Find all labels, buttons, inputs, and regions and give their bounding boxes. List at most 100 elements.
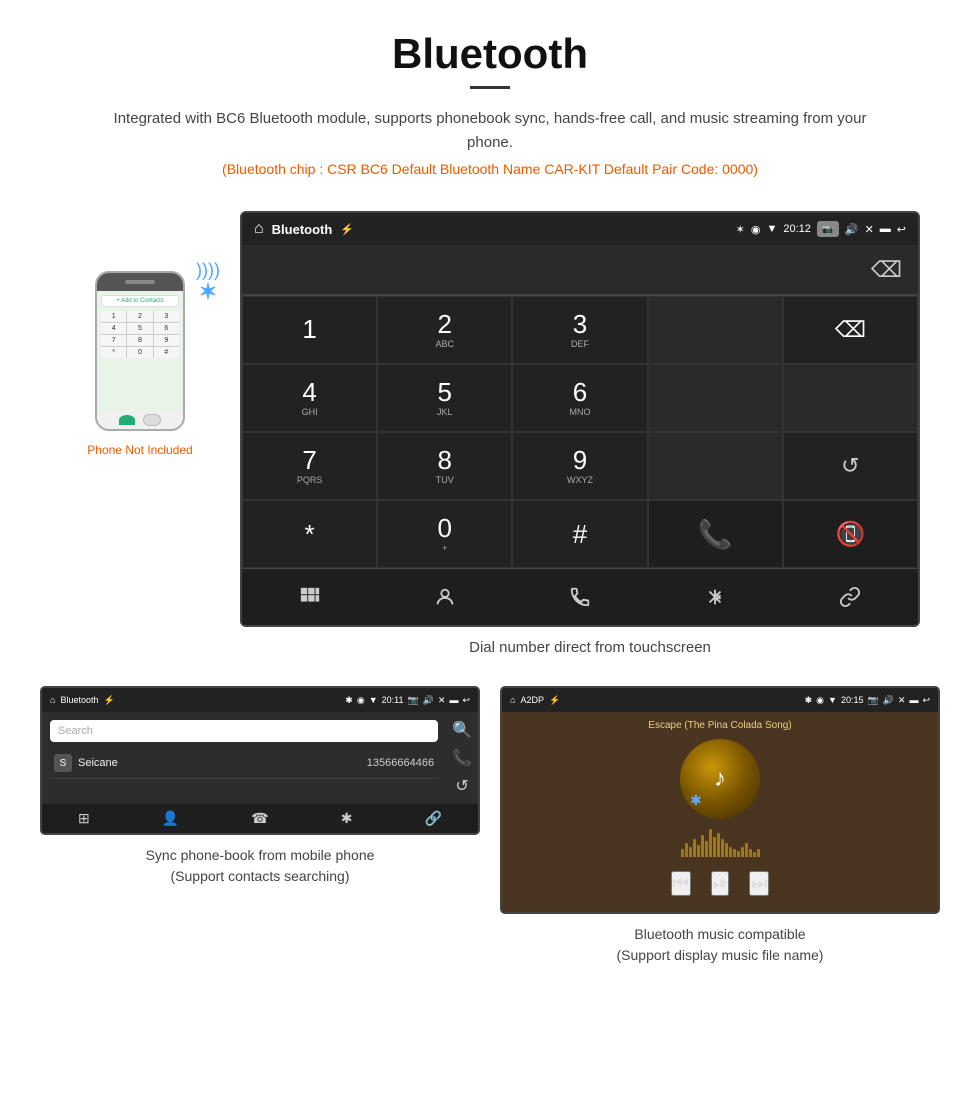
small-loc-icon: ◉: [357, 695, 365, 706]
eq-bar: [753, 852, 756, 857]
dial-key-call-green[interactable]: 📞: [648, 500, 783, 568]
eq-bar: [693, 839, 696, 857]
search-placeholder: Search: [58, 725, 93, 737]
small-app-name: Bluetooth: [60, 695, 98, 705]
page-title: Bluetooth: [20, 30, 960, 78]
dial-key-6[interactable]: 6 MNO: [512, 364, 647, 432]
dial-key-1[interactable]: 1: [242, 296, 377, 364]
small-bt-icon: ✱: [345, 695, 353, 706]
volume-icon: 🔊: [845, 223, 859, 236]
time-display: 20:12: [783, 223, 811, 235]
dial-key-refresh[interactable]: ↺: [783, 432, 918, 500]
nav-link-icon[interactable]: [830, 579, 870, 615]
eq-bar: [681, 849, 684, 857]
phone-screen: + Add to Contacts 1 2 3 4 5 6 7 8 9 * 0 …: [97, 291, 183, 411]
phone-key: 9: [154, 335, 179, 346]
main-content: )))) ✶ + Add to Contacts 1 2 3 4 5 6: [0, 211, 980, 676]
dial-key-0[interactable]: 0 +: [377, 500, 512, 568]
eq-bar: [749, 849, 752, 857]
window-icon: ▬: [880, 223, 891, 235]
phone-key: 2: [127, 311, 152, 322]
dial-key-7[interactable]: 7 PQRS: [242, 432, 377, 500]
music-back-icon: ↩: [922, 695, 930, 706]
phonebook-caption: Sync phone-book from mobile phone(Suppor…: [146, 845, 375, 887]
dial-caption: Dial number direct from touchscreen: [240, 639, 940, 656]
nav-bluetooth-icon[interactable]: [695, 579, 735, 615]
bt-wifi-icons: )))) ✶: [196, 261, 220, 305]
eq-bar: [757, 849, 760, 857]
nav-grid-icon[interactable]: [290, 579, 330, 615]
music-loc-icon: ◉: [816, 695, 824, 706]
phone-bottom-bar: [97, 411, 183, 429]
signal-icon: ▼: [766, 223, 777, 235]
dial-key-2[interactable]: 2 ABC: [377, 296, 512, 364]
dial-key-call-red[interactable]: 📵: [783, 500, 918, 568]
home-icon: ⌂: [254, 220, 264, 238]
phone-with-bt: )))) ✶ + Add to Contacts 1 2 3 4 5 6: [95, 271, 185, 431]
song-title: Escape (The Pina Colada Song): [510, 720, 930, 731]
call-green-icon: 📞: [698, 518, 733, 551]
back-icon: ↩: [897, 223, 906, 236]
dial-key-hash[interactable]: #: [512, 500, 647, 568]
eq-bar: [721, 839, 724, 857]
phone-key: 4: [101, 323, 126, 334]
dial-key-9[interactable]: 9 WXYZ: [512, 432, 647, 500]
nav-phone-icon[interactable]: [560, 579, 600, 615]
phonebook-body: Search S Seicane 13566664466 🔍 📞 ↺: [42, 712, 478, 804]
play-pause-button[interactable]: ⏯: [711, 871, 729, 896]
contact-row[interactable]: S Seicane 13566664466: [50, 748, 438, 779]
phonebook-screen: ⌂ Bluetooth ⚡ ✱ ◉ ▼ 20:11 📷 🔊 ✕ ▬ ↩: [40, 686, 480, 835]
music-signal-icon: ▼: [828, 695, 837, 705]
next-button[interactable]: ⏭: [749, 871, 769, 896]
pb-nav-person[interactable]: 👤: [162, 810, 179, 827]
phone-speaker: [125, 280, 155, 284]
pb-nav-bt[interactable]: ✱: [341, 810, 353, 827]
search-action-icon[interactable]: 🔍: [452, 720, 472, 740]
dial-key-3[interactable]: 3 DEF: [512, 296, 647, 364]
music-controls: ⏮ ⏯ ⏭: [510, 863, 930, 904]
contact-name: Seicane: [78, 757, 367, 769]
music-time: 20:15: [841, 695, 864, 705]
phone-key: #: [154, 347, 179, 358]
music-home-icon: ⌂: [510, 695, 515, 705]
music-screen: ⌂ A2DP ⚡ ✱ ◉ ▼ 20:15 📷 🔊 ✕ ▬ ↩ E: [500, 686, 940, 914]
dial-key-star[interactable]: *: [242, 500, 377, 568]
dial-bottom-nav: [242, 568, 918, 625]
small-x-icon: ✕: [438, 695, 446, 706]
pb-nav-phone[interactable]: ☎: [251, 810, 268, 827]
nav-person-icon[interactable]: [425, 579, 465, 615]
music-usb-icon: ⚡: [549, 695, 560, 706]
small-usb-icon: ⚡: [103, 695, 114, 706]
pb-nav-grid[interactable]: ⊞: [78, 810, 90, 827]
phonebook-main: Search S Seicane 13566664466: [42, 712, 446, 804]
eq-bar: [713, 837, 716, 857]
phone-key: 0: [127, 347, 152, 358]
camera-icon: 📷: [817, 221, 839, 237]
dial-key-8[interactable]: 8 TUV: [377, 432, 512, 500]
dial-status-bar: ⌂ Bluetooth ⚡ ✶ ◉ ▼ 20:12 📷 🔊 ✕ ▬ ↩: [242, 213, 918, 245]
small-home-icon: ⌂: [50, 695, 55, 705]
eq-bar: [729, 847, 732, 857]
dial-key-4[interactable]: 4 GHI: [242, 364, 377, 432]
eq-bar: [725, 843, 728, 857]
backspace-button[interactable]: ⌫: [871, 257, 902, 283]
search-bar[interactable]: Search: [50, 720, 438, 742]
music-app-name: A2DP: [520, 695, 544, 705]
dial-key-backspace[interactable]: ⌫: [783, 296, 918, 364]
call-action-icon[interactable]: 📞: [452, 748, 472, 768]
dial-key-5[interactable]: 5 JKL: [377, 364, 512, 432]
eq-bar: [717, 833, 720, 857]
small-cam-icon: 📷: [407, 695, 418, 706]
equalizer-visualization: [510, 827, 930, 857]
dialpad-grid: 1 2 ABC 3 DEF ⌫ 4 GHI: [242, 295, 918, 568]
pb-nav-link[interactable]: 🔗: [425, 810, 442, 827]
phone-key: 7: [101, 335, 126, 346]
bottom-screenshots: ⌂ Bluetooth ⚡ ✱ ◉ ▼ 20:11 📷 🔊 ✕ ▬ ↩: [0, 686, 980, 966]
phone-illustration: )))) ✶ + Add to Contacts 1 2 3 4 5 6: [40, 211, 240, 457]
phone-key: 5: [127, 323, 152, 334]
bt-on-album-icon: ✱: [690, 792, 702, 809]
refresh-action-icon[interactable]: ↺: [455, 776, 468, 796]
music-vol-icon: 🔊: [883, 695, 894, 706]
prev-button[interactable]: ⏮: [671, 871, 691, 896]
small-vol-icon: 🔊: [423, 695, 434, 706]
